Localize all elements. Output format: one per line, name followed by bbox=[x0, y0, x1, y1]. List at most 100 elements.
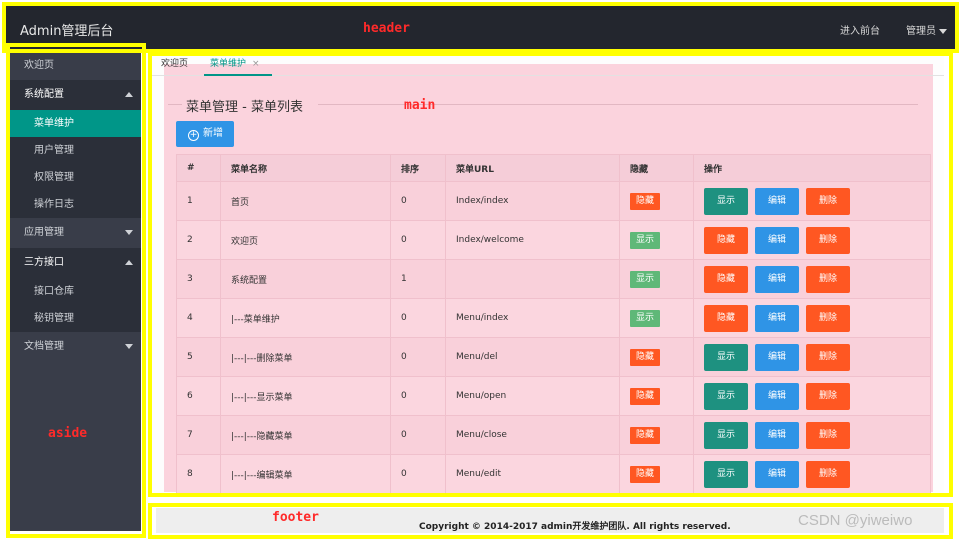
delete-button[interactable]: 删除 bbox=[806, 460, 850, 488]
cell-sort: 0 bbox=[390, 376, 446, 416]
cell-id: 4 bbox=[176, 298, 221, 338]
legend-divider-left bbox=[168, 104, 182, 105]
tab-menu-maintenance[interactable]: 菜单维护 × bbox=[210, 56, 260, 69]
status-badge: 显示 bbox=[630, 309, 661, 327]
cell-id: 6 bbox=[176, 376, 221, 416]
menu-table: # 菜单名称 排序 菜单URL 隐藏 操作 1 首页 0 Index/index 隐藏显… bbox=[176, 154, 931, 494]
chevron-down-icon bbox=[125, 344, 133, 349]
edit-button[interactable]: 编辑 bbox=[755, 304, 799, 332]
cell-name: 系统配置 bbox=[220, 259, 391, 299]
sidebar-item-8[interactable]: 接口仓库 bbox=[10, 278, 141, 305]
show-button[interactable]: 显示 bbox=[704, 460, 748, 488]
delete-button[interactable]: 删除 bbox=[806, 382, 850, 410]
delete-button[interactable]: 删除 bbox=[806, 187, 850, 215]
delete-button[interactable]: 删除 bbox=[806, 226, 850, 254]
header-region-label: header bbox=[363, 21, 410, 36]
sidebar-item-2[interactable]: 菜单维护 bbox=[10, 110, 141, 137]
cell-sort: 0 bbox=[390, 298, 446, 338]
hide-button[interactable]: 隐藏 bbox=[704, 226, 748, 254]
enter-frontend-link[interactable]: 进入前台 bbox=[840, 22, 880, 37]
sidebar-item-label: 权限管理 bbox=[34, 172, 74, 183]
sidebar-item-7[interactable]: 三方接口 bbox=[10, 248, 141, 278]
show-button[interactable]: 显示 bbox=[704, 421, 748, 449]
table-row: 4 |---菜单维护 0 Menu/index 显示 隐藏 编辑 删除 bbox=[176, 298, 931, 338]
show-button[interactable]: 显示 bbox=[704, 382, 748, 410]
sidebar-item-9[interactable]: 秘钥管理 bbox=[10, 305, 141, 332]
show-button[interactable]: 显示 bbox=[704, 187, 748, 215]
column-header-url: 菜单URL bbox=[445, 154, 620, 182]
cell-actions: 显示 编辑 删除 bbox=[693, 415, 931, 455]
cell-id: 5 bbox=[176, 337, 221, 377]
cell-hidden: 隐藏 bbox=[619, 181, 694, 221]
delete-button[interactable]: 删除 bbox=[806, 421, 850, 449]
cell-actions: 显示 编辑 删除 bbox=[693, 337, 931, 377]
cell-id: 3 bbox=[176, 259, 221, 299]
edit-button[interactable]: 编辑 bbox=[755, 460, 799, 488]
cell-sort: 0 bbox=[390, 220, 446, 260]
edit-button[interactable]: 编辑 bbox=[755, 265, 799, 293]
cell-name: |---|---显示菜单 bbox=[220, 376, 391, 416]
sidebar-item-label: 三方接口 bbox=[24, 257, 64, 268]
status-badge: 隐藏 bbox=[630, 426, 661, 444]
cell-hidden: 隐藏 bbox=[619, 415, 694, 455]
cell-name: |---|---删除菜单 bbox=[220, 337, 391, 377]
cell-id: 7 bbox=[176, 415, 221, 455]
hide-button[interactable]: 隐藏 bbox=[704, 265, 748, 293]
cell-hidden: 显示 bbox=[619, 220, 694, 260]
cell-url: Menu/del bbox=[445, 337, 620, 377]
edit-button[interactable]: 编辑 bbox=[755, 343, 799, 371]
cell-hidden: 显示 bbox=[619, 259, 694, 299]
hide-button[interactable]: 隐藏 bbox=[704, 304, 748, 332]
sidebar-item-1[interactable]: 系统配置 bbox=[10, 80, 141, 110]
add-menu-button[interactable]: + 新增 bbox=[176, 121, 234, 147]
tab-welcome[interactable]: 欢迎页 bbox=[161, 56, 188, 69]
table-row: 7 |---|---隐藏菜单 0 Menu/close 隐藏 显示 编辑 删除 bbox=[176, 415, 931, 455]
sidebar-item-4[interactable]: 权限管理 bbox=[10, 164, 141, 191]
column-header-hidden: 隐藏 bbox=[619, 154, 694, 182]
status-badge: 隐藏 bbox=[630, 192, 661, 210]
cell-id: 1 bbox=[176, 181, 221, 221]
copyright-text: Copyright © 2014-2017 admin开发维护团队. All r… bbox=[419, 522, 731, 532]
add-menu-button-label: 新增 bbox=[203, 128, 223, 139]
table-row: 1 首页 0 Index/index 隐藏 显示 编辑 删除 bbox=[176, 181, 931, 221]
table-row: 5 |---|---删除菜单 0 Menu/del 隐藏 显示 编辑 删除 bbox=[176, 337, 931, 377]
close-icon[interactable]: × bbox=[252, 59, 260, 69]
delete-button[interactable]: 删除 bbox=[806, 304, 850, 332]
column-header-name: 菜单名称 bbox=[220, 154, 391, 182]
sidebar-item-10[interactable]: 文档管理 bbox=[10, 332, 141, 362]
sidebar-item-label: 菜单维护 bbox=[34, 118, 74, 129]
cell-url: Index/index bbox=[445, 181, 620, 221]
header: Admin管理后台 header 进入前台 管理员 bbox=[6, 4, 958, 52]
edit-button[interactable]: 编辑 bbox=[755, 187, 799, 215]
status-badge: 隐藏 bbox=[630, 387, 661, 405]
cell-url: Menu/close bbox=[445, 415, 620, 455]
cell-sort: 0 bbox=[390, 181, 446, 221]
table-row: 8 |---|---编辑菜单 0 Menu/edit 隐藏 显示 编辑 删除 bbox=[176, 454, 931, 494]
sidebar-item-0[interactable]: 欢迎页 bbox=[10, 52, 141, 80]
sidebar-item-5[interactable]: 操作日志 bbox=[10, 191, 141, 218]
admin-menu[interactable]: 管理员 bbox=[906, 22, 947, 37]
cell-name: |---|---编辑菜单 bbox=[220, 454, 391, 494]
status-badge: 隐藏 bbox=[630, 465, 661, 483]
edit-button[interactable]: 编辑 bbox=[755, 226, 799, 254]
show-button[interactable]: 显示 bbox=[704, 343, 748, 371]
chevron-down-icon bbox=[939, 28, 947, 34]
cell-hidden: 隐藏 bbox=[619, 454, 694, 494]
logo[interactable]: Admin管理后台 bbox=[20, 20, 113, 39]
table-row: 3 系统配置 1 显示 隐藏 编辑 删除 bbox=[176, 259, 931, 299]
sidebar-item-3[interactable]: 用户管理 bbox=[10, 137, 141, 164]
chevron-up-icon bbox=[125, 92, 133, 97]
active-tab-underline bbox=[204, 74, 272, 76]
edit-button[interactable]: 编辑 bbox=[755, 421, 799, 449]
cell-url: Menu/index bbox=[445, 298, 620, 338]
cell-actions: 隐藏 编辑 删除 bbox=[693, 259, 931, 299]
cell-sort: 1 bbox=[390, 259, 446, 299]
sidebar-item-6[interactable]: 应用管理 bbox=[10, 218, 141, 248]
edit-button[interactable]: 编辑 bbox=[755, 382, 799, 410]
delete-button[interactable]: 删除 bbox=[806, 343, 850, 371]
cell-url: Menu/edit bbox=[445, 454, 620, 494]
delete-button[interactable]: 删除 bbox=[806, 265, 850, 293]
cell-actions: 显示 编辑 删除 bbox=[693, 376, 931, 416]
sidebar-item-label: 文档管理 bbox=[24, 341, 64, 352]
status-badge: 显示 bbox=[630, 231, 661, 249]
